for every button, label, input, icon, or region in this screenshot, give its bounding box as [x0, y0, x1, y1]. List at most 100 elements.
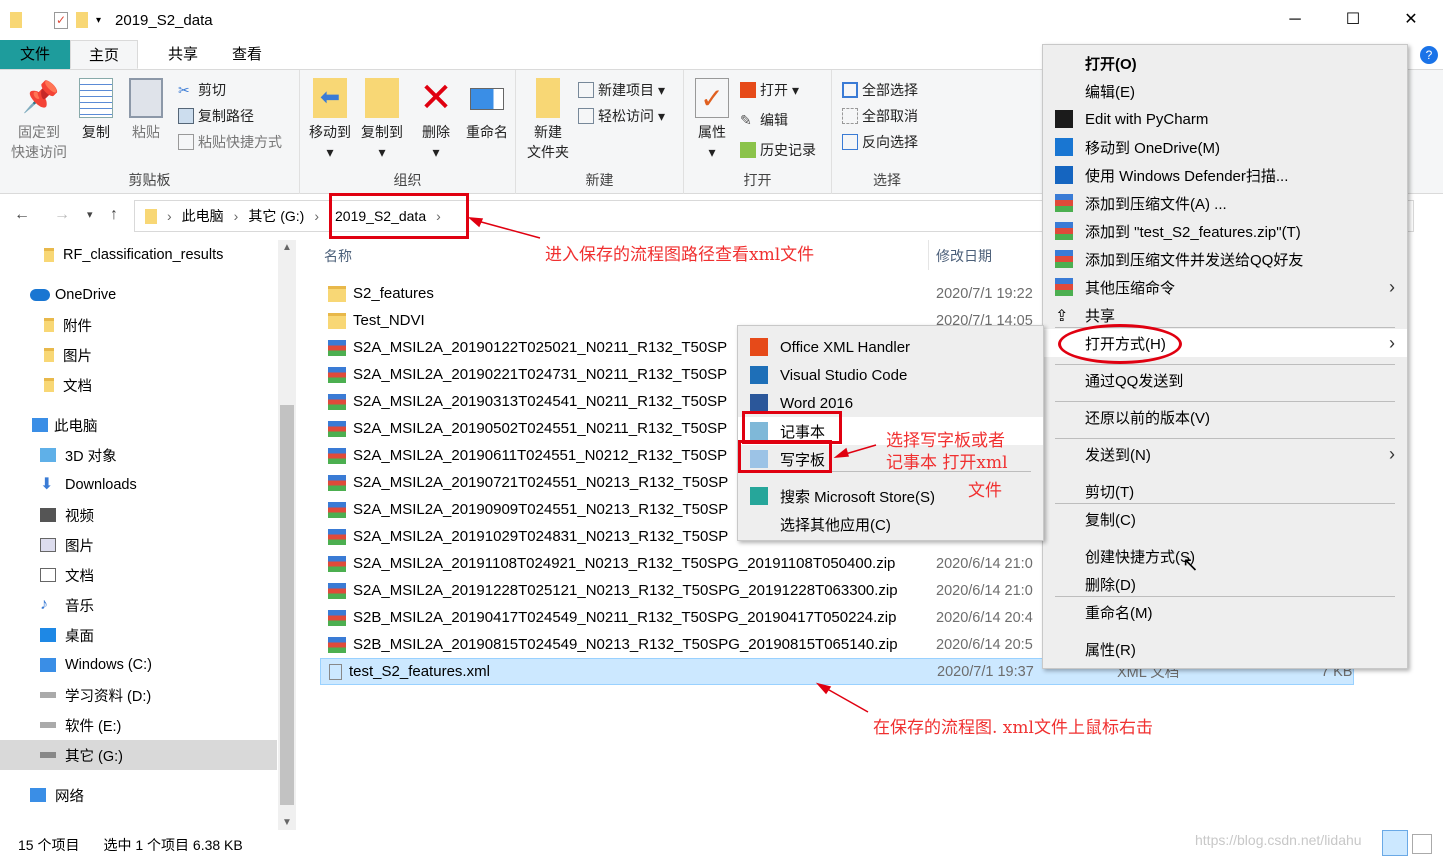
rename-button[interactable]: 重命名	[462, 78, 512, 142]
select-none-button[interactable]: 全部取消	[842, 106, 918, 126]
scroll-up-icon[interactable]: ▲	[282, 242, 292, 253]
context-menu-item[interactable]: 剪切(T)	[1043, 477, 1407, 505]
pin-quick-access-button[interactable]: 📌 固定到 快速访问	[8, 78, 70, 162]
nav-item-onedrive[interactable]: OneDrive	[0, 280, 277, 310]
customize-quick-access-icon[interactable]: ▾	[96, 15, 101, 26]
tab-share[interactable]: 共享	[138, 40, 214, 69]
large-icons-view-icon[interactable]	[1412, 834, 1432, 854]
nav-item[interactable]: 文档	[0, 370, 277, 400]
context-menu-item[interactable]: 使用 Windows Defender扫描...	[1043, 161, 1407, 189]
back-arrow-icon[interactable]: ←	[14, 206, 30, 224]
nav-item[interactable]: 软件 (E:)	[0, 710, 277, 740]
context-menu-item[interactable]: 编辑(E)	[1043, 77, 1407, 105]
column-header-date[interactable]: 修改日期	[936, 246, 992, 266]
close-button[interactable]: ✕	[1388, 6, 1434, 34]
nav-item-network[interactable]: 网络	[0, 780, 277, 810]
scrollbar-thumb[interactable]	[280, 405, 294, 805]
invert-selection-button[interactable]: 反向选择	[842, 132, 918, 152]
nav-scrollbar[interactable]: ▲ ▼	[278, 240, 296, 830]
new-folder-quick-icon[interactable]	[76, 12, 88, 28]
context-menu-item[interactable]: 发送到(N) ›	[1043, 440, 1407, 468]
nav-item-this-pc[interactable]: 此电脑	[0, 410, 277, 440]
context-menu-item[interactable]: Edit with PyCharm	[1043, 105, 1407, 133]
nav-item[interactable]: 桌面	[0, 620, 277, 650]
properties-quick-icon[interactable]: ✓	[54, 11, 68, 29]
context-menu-item[interactable]: 重命名(M)	[1043, 598, 1407, 626]
paste-button[interactable]: 粘贴	[126, 78, 166, 142]
nav-item[interactable]: RF_classification_results	[0, 240, 277, 270]
context-menu-item[interactable]: 还原以前的版本(V)	[1043, 403, 1407, 431]
context-menu-item[interactable]: 删除(D)	[1043, 570, 1407, 598]
nav-item-selected[interactable]: 其它 (G:)	[0, 740, 277, 770]
select-all-icon	[842, 82, 858, 98]
open-button[interactable]: 打开 ▾	[740, 80, 799, 100]
forward-arrow-icon[interactable]: →	[54, 206, 70, 224]
tab-view[interactable]: 查看	[214, 40, 280, 69]
open-with-item[interactable]: 选择其他应用(C)	[738, 510, 1043, 538]
menu-item-label: 重命名(M)	[1085, 604, 1153, 622]
help-icon[interactable]: ?	[1420, 46, 1438, 64]
new-folder-button[interactable]: 新建 文件夹	[524, 78, 572, 162]
recent-locations-icon[interactable]: ▾	[87, 208, 93, 221]
open-with-item[interactable]: Visual Studio Code	[738, 361, 1043, 389]
select-all-button[interactable]: 全部选择	[842, 80, 918, 100]
up-arrow-icon[interactable]: ↑	[110, 206, 118, 224]
menu-item-label: Word 2016	[780, 394, 854, 412]
delete-button[interactable]: ✕ 删除 ▾	[416, 78, 456, 162]
menu-item-label: 添加到 "test_S2_features.zip"(T)	[1085, 223, 1301, 241]
move-to-button[interactable]: ⬅ 移动到 ▾	[304, 78, 356, 162]
nav-item[interactable]: 文档	[0, 560, 277, 590]
context-menu-item[interactable]: 其他压缩命令 ›	[1043, 273, 1407, 301]
minimize-button[interactable]: ─	[1272, 6, 1318, 34]
nav-item[interactable]: Windows (C:)	[0, 650, 277, 680]
scroll-down-icon[interactable]: ▼	[282, 817, 292, 828]
context-menu-item[interactable]: 打开(O)	[1043, 49, 1407, 77]
context-menu-item[interactable]: 添加到压缩文件并发送给QQ好友	[1043, 245, 1407, 273]
tab-home[interactable]: 主页	[70, 40, 139, 69]
select-none-icon	[842, 108, 858, 124]
context-menu-item[interactable]: 通过QQ发送到	[1043, 366, 1407, 394]
breadcrumb-this-pc[interactable]: 此电脑	[182, 206, 224, 226]
properties-button[interactable]: ✓ 属性 ▾	[692, 78, 732, 162]
history-button[interactable]: 历史记录	[740, 140, 816, 160]
winrar-archive-icon	[328, 393, 346, 410]
mouse-cursor-icon: ↖	[1182, 554, 1199, 576]
copy-to-icon	[365, 78, 399, 118]
file-name: Test_NDVI	[353, 312, 425, 329]
cut-button[interactable]: ✂ 剪切	[178, 80, 226, 100]
easy-access-button[interactable]: 轻松访问 ▾	[578, 106, 665, 126]
copy-path-button[interactable]: 复制路径	[178, 106, 254, 126]
open-with-item[interactable]: Office XML Handler	[738, 333, 1043, 361]
edit-button[interactable]: ✎ 编辑	[740, 110, 788, 130]
menu-separator	[1055, 596, 1395, 597]
open-group-label: 打开	[743, 172, 772, 188]
maximize-button[interactable]: ☐	[1330, 6, 1376, 34]
nav-item[interactable]: 图片	[0, 530, 277, 560]
documents-icon	[40, 568, 56, 582]
new-group: 新建 文件夹 新建项目 ▾ 轻松访问 ▾ 新建	[516, 70, 684, 194]
file-name: S2A_MSIL2A_20190909T024551_N0213_R132_T5…	[353, 501, 729, 518]
column-header-name[interactable]: 名称	[324, 246, 352, 266]
new-item-button[interactable]: 新建项目 ▾	[578, 80, 665, 100]
nav-item[interactable]: ♪ 音乐	[0, 590, 277, 620]
copy-to-button[interactable]: 复制到 ▾	[356, 78, 408, 162]
context-menu-item[interactable]: 添加到压缩文件(A) ...	[1043, 189, 1407, 217]
details-view-icon[interactable]	[1382, 830, 1408, 856]
context-menu-item[interactable]: 属性(R)	[1043, 635, 1407, 663]
nav-item[interactable]: 视频	[0, 500, 277, 530]
nav-item[interactable]: ⬇ Downloads	[0, 470, 277, 500]
nav-item[interactable]: 附件	[0, 310, 277, 340]
tab-file[interactable]: 文件	[0, 40, 70, 69]
nav-item[interactable]: 学习资料 (D:)	[0, 680, 277, 710]
context-menu-item[interactable]: 移动到 OneDrive(M)	[1043, 133, 1407, 161]
context-menu-item[interactable]: 创建快捷方式(S)	[1043, 542, 1407, 570]
nav-item[interactable]: 图片	[0, 340, 277, 370]
context-menu-item[interactable]: 添加到 "test_S2_features.zip"(T)	[1043, 217, 1407, 245]
nav-item[interactable]: 3D 对象	[0, 440, 277, 470]
video-icon	[40, 508, 56, 522]
paste-shortcut-button[interactable]: 粘贴快捷方式	[178, 132, 282, 152]
menu-item-label: 移动到 OneDrive(M)	[1085, 139, 1221, 157]
copy-button[interactable]: 复制	[76, 78, 116, 142]
breadcrumb-drive-g[interactable]: 其它 (G:)	[248, 206, 304, 226]
context-menu-item[interactable]: 复制(C)	[1043, 505, 1407, 533]
